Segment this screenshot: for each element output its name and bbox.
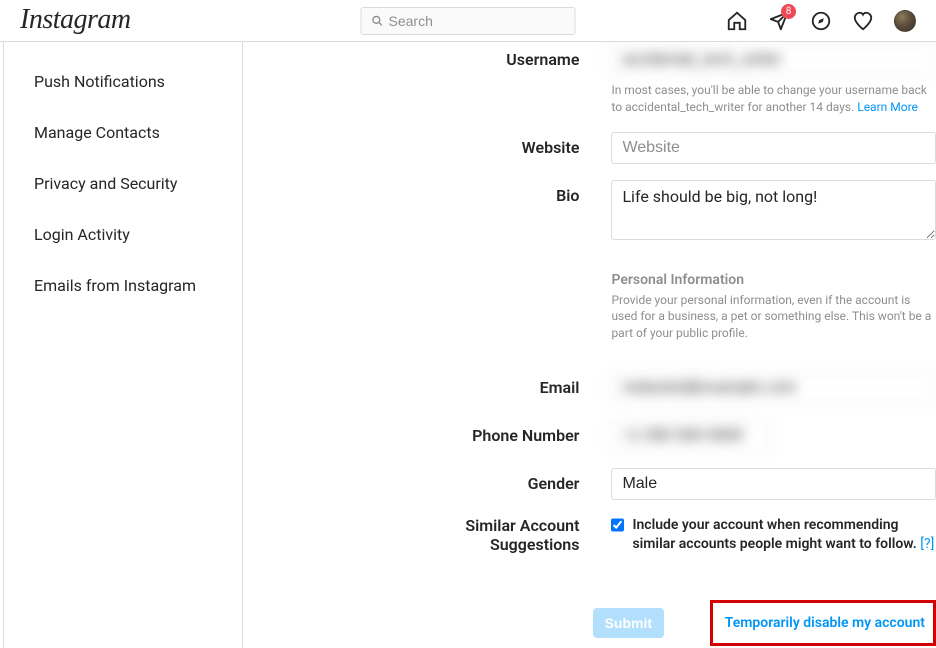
- row-gender: Gender: [243, 468, 936, 500]
- website-input[interactable]: [611, 132, 936, 164]
- main-panel: Username In most cases, you'll be able t…: [243, 42, 936, 648]
- username-input[interactable]: [611, 44, 936, 76]
- learn-more-link[interactable]: Learn More: [857, 100, 918, 114]
- sidebar: Push Notifications Manage Contacts Priva…: [3, 42, 243, 648]
- explore-icon[interactable]: [810, 10, 832, 32]
- gender-input[interactable]: [611, 468, 936, 500]
- row-submit: Submit Temporarily disable my account: [243, 570, 936, 646]
- personal-info-desc: Provide your personal information, even …: [611, 292, 936, 342]
- label-website: Website: [243, 132, 611, 157]
- sidebar-item-login-activity[interactable]: Login Activity: [4, 209, 242, 260]
- top-nav: Instagram 8: [0, 0, 936, 42]
- label-username: Username: [243, 44, 611, 69]
- sidebar-item-push-notifications[interactable]: Push Notifications: [4, 56, 242, 107]
- sidebar-item-emails[interactable]: Emails from Instagram: [4, 260, 242, 311]
- content: Push Notifications Manage Contacts Priva…: [0, 42, 936, 648]
- messages-badge: 8: [781, 4, 796, 19]
- similar-checkbox[interactable]: [611, 518, 624, 532]
- row-website: Website: [243, 132, 936, 164]
- label-phone: Phone Number: [243, 420, 611, 445]
- personal-info-title: Personal Information: [611, 272, 936, 288]
- row-username: Username In most cases, you'll be able t…: [243, 44, 936, 116]
- search-field[interactable]: [361, 7, 576, 35]
- label-gender: Gender: [243, 468, 611, 493]
- similar-checkbox-label: Include your account when recommending s…: [632, 516, 936, 554]
- search-icon: [372, 15, 383, 26]
- sidebar-item-privacy-security[interactable]: Privacy and Security: [4, 158, 242, 209]
- row-similar: Similar Account Suggestions Include your…: [243, 516, 936, 554]
- email-input[interactable]: [611, 372, 936, 404]
- label-similar: Similar Account Suggestions: [243, 516, 611, 554]
- label-bio: Bio: [243, 180, 611, 205]
- phone-input[interactable]: [611, 420, 771, 452]
- messages-icon[interactable]: 8: [768, 10, 790, 32]
- activity-icon[interactable]: [852, 10, 874, 32]
- row-bio: Bio: [243, 180, 936, 244]
- instagram-logo[interactable]: Instagram: [20, 4, 131, 36]
- nav-icons: 8: [726, 10, 916, 32]
- row-personal-info: Personal Information Provide your person…: [243, 272, 936, 356]
- row-phone: Phone Number: [243, 420, 936, 452]
- home-icon[interactable]: [726, 10, 748, 32]
- avatar[interactable]: [894, 10, 916, 32]
- row-email: Email: [243, 372, 936, 404]
- search-input[interactable]: [389, 13, 565, 29]
- similar-help-link[interactable]: [?]: [920, 536, 934, 552]
- temporarily-disable-link[interactable]: Temporarily disable my account: [710, 600, 936, 646]
- submit-button[interactable]: Submit: [593, 608, 664, 638]
- sidebar-item-manage-contacts[interactable]: Manage Contacts: [4, 107, 242, 158]
- username-helper: In most cases, you'll be able to change …: [611, 82, 936, 116]
- bio-input[interactable]: [611, 180, 936, 240]
- label-email: Email: [243, 372, 611, 397]
